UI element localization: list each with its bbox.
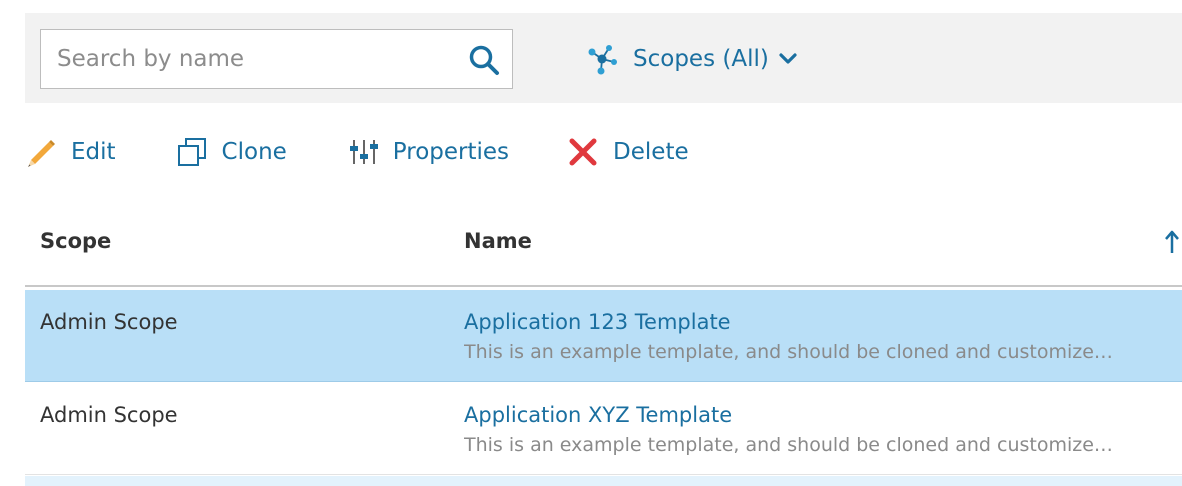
scopes-dropdown[interactable]: Scopes (All) <box>585 41 797 77</box>
properties-button[interactable]: Properties <box>349 137 509 167</box>
edit-label: Edit <box>71 139 116 165</box>
sliders-icon <box>349 140 378 164</box>
chevron-down-icon <box>779 53 797 65</box>
clone-label: Clone <box>221 139 287 165</box>
scopes-network-icon <box>588 45 617 75</box>
scope-cell: Admin Scope <box>40 310 178 334</box>
properties-label: Properties <box>392 139 510 165</box>
clone-button[interactable]: Clone <box>176 136 287 168</box>
filter-bar: Scopes (All) <box>25 13 1182 103</box>
column-header-name[interactable]: Name <box>464 229 532 253</box>
delete-x-icon <box>569 138 597 166</box>
template-name-link[interactable]: Application 123 Template <box>464 310 731 334</box>
table-header: Scope Name <box>25 205 1182 287</box>
clone-icon <box>177 138 206 166</box>
search-icon[interactable] <box>468 44 500 76</box>
scopes-dropdown-label: Scopes (All) <box>633 46 769 72</box>
search-box <box>40 29 513 89</box>
scope-cell: Admin Scope <box>40 403 178 427</box>
table-row[interactable]: Admin Scope Application 123 Template Thi… <box>25 290 1182 382</box>
template-name-link[interactable]: Application XYZ Template <box>464 403 732 427</box>
edit-button[interactable]: Edit <box>25 136 116 168</box>
pencil-icon <box>28 140 55 167</box>
template-description: This is an example template, and should … <box>464 341 1113 363</box>
sort-ascending-icon[interactable] <box>1164 229 1180 255</box>
search-input[interactable] <box>41 30 451 88</box>
table-row[interactable]: Admin Scope Application XYZ Template Thi… <box>25 383 1182 475</box>
delete-label: Delete <box>613 139 689 165</box>
toolbar: Edit Clone Properties Delete <box>25 130 689 174</box>
column-header-scope[interactable]: Scope <box>40 229 111 253</box>
template-description: This is an example template, and should … <box>464 434 1113 456</box>
delete-button[interactable]: Delete <box>567 136 689 168</box>
table-row-partial <box>25 476 1182 486</box>
